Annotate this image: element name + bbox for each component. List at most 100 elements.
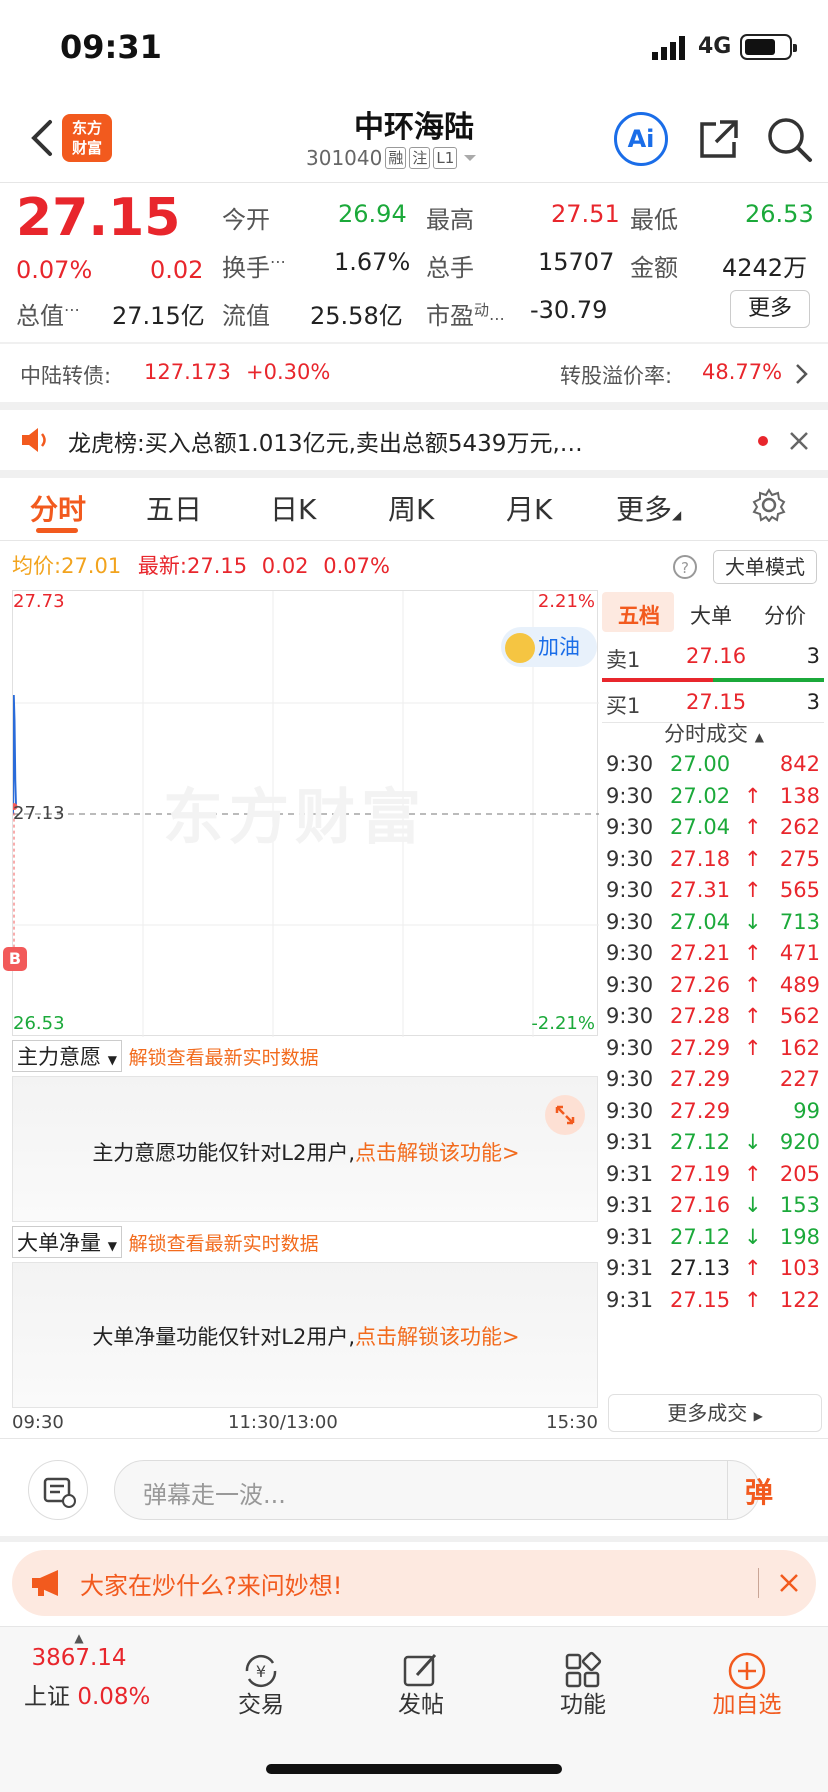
mascot-icon bbox=[505, 633, 535, 663]
tick-volume: 262 bbox=[779, 815, 820, 839]
avg-value: 27.01 bbox=[61, 554, 122, 578]
sell-1-row: 卖1 27.16 3 bbox=[606, 644, 820, 672]
y-axis-low: 26.53 bbox=[13, 1013, 65, 1034]
time-end: 15:30 bbox=[546, 1412, 598, 1433]
bond-price: 127.173 bbox=[144, 360, 231, 384]
close-icon[interactable] bbox=[788, 430, 810, 452]
low-label: 最低 bbox=[630, 206, 678, 234]
index-pct: 0.08% bbox=[77, 1684, 151, 1710]
danmu-input[interactable]: 弹幕走一波... 弹 bbox=[114, 1460, 773, 1520]
arrow-down-icon: ↓ bbox=[744, 1224, 762, 1249]
danmu-send-button[interactable]: 弹 bbox=[745, 1471, 773, 1511]
tab-five-day[interactable]: 五日 bbox=[146, 488, 202, 528]
tick-time: 9:31 bbox=[606, 1193, 654, 1217]
info-icon[interactable]: ⋯ bbox=[64, 300, 80, 319]
tick-price: 27.13 bbox=[670, 1256, 731, 1280]
big-order-dropdown[interactable]: 大单净量 ▼ bbox=[12, 1226, 122, 1258]
divider bbox=[0, 470, 828, 478]
divider bbox=[0, 182, 828, 183]
tick-time: 9:30 bbox=[606, 1067, 654, 1091]
search-icon[interactable] bbox=[764, 114, 814, 164]
tab-more[interactable]: 更多◢ bbox=[616, 488, 681, 528]
tick-price: 27.29 bbox=[670, 1035, 731, 1060]
convertible-bond-row[interactable]: 中陆转债: 127.173 +0.30% 转股溢价率: 48.77% bbox=[0, 344, 828, 400]
tab-price-dist[interactable]: 分价 bbox=[764, 600, 806, 630]
y-axis-mid: 27.13 bbox=[13, 803, 65, 824]
premium-label: 转股溢价率: bbox=[560, 364, 673, 388]
tick-price: 27.15 bbox=[670, 1287, 731, 1312]
tab-big-orders[interactable]: 大单 bbox=[690, 600, 732, 630]
info-icon[interactable]: ⋯ bbox=[270, 252, 286, 271]
info-icon[interactable]: ⋯ bbox=[489, 309, 505, 328]
unlock-link[interactable]: 点击解锁该功能> bbox=[355, 1141, 520, 1165]
ticks-title[interactable]: 分时成交 ▲ bbox=[664, 718, 764, 748]
intraday-chart[interactable]: 东方财富 27.73 27.13 26.53 2.21% -2.21% 加油 B bbox=[3, 590, 599, 1037]
tick-time: 9:30 bbox=[606, 941, 654, 965]
pct-axis-low: -2.21% bbox=[531, 1013, 595, 1034]
price-series-line bbox=[13, 695, 17, 815]
arrow-up-icon: ↑ bbox=[744, 972, 762, 997]
longhubang-banner[interactable]: 龙虎榜:买入总额1.013亿元,卖出总额5439万元,… bbox=[0, 412, 828, 470]
close-icon[interactable] bbox=[778, 1572, 800, 1594]
cheer-badge[interactable]: 加油 bbox=[501, 627, 597, 667]
caret-up-icon: ▲ bbox=[754, 730, 764, 744]
tick-time: 9:30 bbox=[606, 815, 654, 839]
caret-up-icon: ▲ bbox=[74, 1631, 84, 1645]
main-force-dropdown[interactable]: 主力意愿 ▼ bbox=[12, 1040, 122, 1072]
last-pct: 0.07% bbox=[323, 554, 390, 578]
more-quote-button[interactable]: 更多 bbox=[730, 290, 810, 328]
open-label: 今开 bbox=[222, 206, 270, 234]
unlock-hint[interactable]: 解锁查看最新实时数据 bbox=[129, 1233, 319, 1255]
watermark: 东方财富 bbox=[163, 783, 427, 853]
dropdown-caret-icon[interactable] bbox=[460, 151, 480, 165]
tick-volume: 275 bbox=[779, 846, 820, 871]
tab-intraday[interactable]: 分时 bbox=[30, 488, 86, 528]
tag-margin: 融 bbox=[385, 147, 407, 169]
buy-1-row: 买1 27.15 3 bbox=[606, 690, 820, 718]
danmu-list-icon[interactable] bbox=[28, 1460, 88, 1520]
tick-volume: 99 bbox=[793, 1098, 820, 1123]
mktcap-value: 27.15亿 bbox=[112, 302, 205, 330]
tick-volume: 227 bbox=[779, 1067, 820, 1091]
big-order-mode-button[interactable]: 大单模式 bbox=[713, 550, 817, 584]
tick-volume: 565 bbox=[779, 878, 820, 902]
ai-button[interactable]: Ai bbox=[614, 112, 668, 166]
tick-time: 9:30 bbox=[606, 1098, 654, 1123]
unlock-hint[interactable]: 解锁查看最新实时数据 bbox=[129, 1047, 319, 1069]
tick-time: 9:31 bbox=[606, 1256, 654, 1280]
tick-price: 27.04 bbox=[670, 909, 731, 934]
amount-value: 4242万 bbox=[722, 254, 808, 282]
tick-price: 27.29 bbox=[670, 1067, 731, 1091]
order-book-panel: 五档 大单 分价 卖1 27.16 3 买1 27.15 3 分时成交 ▲ 9:… bbox=[602, 592, 828, 1442]
arrow-up-icon: ↑ bbox=[744, 815, 762, 839]
tick-volume: 205 bbox=[779, 1161, 820, 1186]
help-icon[interactable]: ? bbox=[672, 554, 698, 580]
tab-daily-k[interactable]: 日K bbox=[270, 488, 316, 528]
big-order-header: 大单净量 ▼ 解锁查看最新实时数据 bbox=[12, 1226, 598, 1260]
turnover-value: 1.67% bbox=[334, 248, 411, 276]
back-arrow-icon[interactable] bbox=[24, 118, 64, 158]
tick-volume: 842 bbox=[779, 752, 820, 776]
arrow-up-icon: ↑ bbox=[744, 1161, 762, 1186]
tick-price: 27.19 bbox=[670, 1161, 731, 1186]
megaphone-icon bbox=[32, 1570, 58, 1596]
tick-time: 9:30 bbox=[606, 783, 654, 808]
tick-time: 9:31 bbox=[606, 1130, 654, 1154]
tab-monthly-k[interactable]: 月K bbox=[506, 488, 552, 528]
stock-name: 中环海陆 bbox=[354, 110, 474, 145]
unlock-link[interactable]: 点击解锁该功能> bbox=[355, 1325, 520, 1349]
nav-index[interactable]: ▲ 3867.14 上证 0.08% bbox=[24, 1631, 150, 1711]
tick-volume: 138 bbox=[779, 783, 820, 808]
tick-price: 27.00 bbox=[670, 752, 731, 776]
ask-ai-banner[interactable]: 大家在炒什么?来问妙想! bbox=[12, 1550, 816, 1616]
more-ticks-button[interactable]: 更多成交 ▶ bbox=[608, 1394, 822, 1432]
tick-time: 9:30 bbox=[606, 909, 654, 934]
share-icon[interactable] bbox=[696, 116, 742, 162]
expand-icon[interactable] bbox=[545, 1095, 585, 1135]
last-change: 0.02 bbox=[261, 554, 309, 578]
tick-volume: 162 bbox=[779, 1035, 820, 1060]
tab-five-levels[interactable]: 五档 bbox=[618, 600, 660, 630]
tab-weekly-k[interactable]: 周K bbox=[388, 488, 434, 528]
unread-dot bbox=[758, 436, 768, 446]
settings-gear-icon[interactable] bbox=[752, 488, 786, 522]
